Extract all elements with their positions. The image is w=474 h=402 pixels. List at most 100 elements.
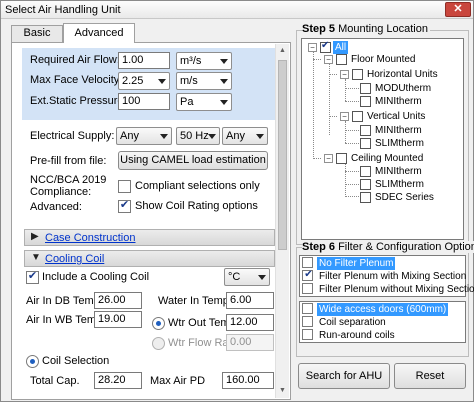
collapse-minus-icon[interactable]: − <box>308 43 317 52</box>
tree-node-floor-mounted[interactable]: − Floor Mounted <box>324 53 444 66</box>
scroll-down-icon[interactable]: ▼ <box>276 384 289 398</box>
close-button[interactable]: ✕ <box>445 2 471 17</box>
phase-value: Any <box>120 130 139 142</box>
tree-node-checkbox[interactable] <box>352 69 363 80</box>
airflow-label: Required Air Flow: <box>30 54 120 66</box>
total-cap-input[interactable]: 28.20 <box>94 372 142 389</box>
filter-option-checkbox[interactable] <box>302 257 313 268</box>
face-velocity-select[interactable]: 2.25 <box>118 72 170 90</box>
frequency-select[interactable]: 50 Hz <box>176 127 220 145</box>
camel-load-button[interactable]: Using CAMEL load estimation <box>118 151 268 170</box>
tree-node-checkbox[interactable] <box>360 179 371 190</box>
config-option-checkbox[interactable] <box>302 316 313 327</box>
wtr-flow-input[interactable]: 0.00 <box>226 334 274 351</box>
phase-select[interactable]: Any <box>116 127 172 145</box>
chevron-down-icon <box>220 59 228 64</box>
tree-connector <box>345 163 346 195</box>
filter-option-checkbox[interactable]: ✔ <box>302 269 313 281</box>
filter-plenum-list[interactable]: No Filter Plenum ✔ Filter Plenum with Mi… <box>299 255 474 297</box>
tree-node-modutherm[interactable]: MODUtherm <box>360 82 460 95</box>
tree-node-horizontal-units[interactable]: − Horizontal Units <box>340 68 460 81</box>
max-air-pd-input[interactable]: 160.00 <box>222 372 274 389</box>
tree-connector <box>313 158 321 159</box>
filter-option-with-mixing[interactable]: ✔ Filter Plenum with Mixing Section <box>302 269 466 283</box>
config-option-run-around[interactable]: Run-around coils <box>302 329 462 342</box>
tree-node-checkbox[interactable] <box>360 138 371 149</box>
tree-node-checkbox[interactable] <box>352 111 363 122</box>
step5-label: Step 5 <box>302 23 336 35</box>
coil-selection-radio[interactable] <box>26 355 39 368</box>
tree-node-checkbox[interactable] <box>336 54 347 65</box>
tree-node-checkbox[interactable] <box>336 153 347 164</box>
airflow-unit-select[interactable]: m³/s <box>176 52 232 70</box>
static-pressure-input[interactable]: 100 <box>118 93 170 110</box>
air-in-db-input[interactable]: 26.00 <box>94 292 142 309</box>
collapse-minus-icon[interactable]: − <box>340 112 349 121</box>
tab-advanced[interactable]: Advanced <box>63 23 135 43</box>
wtr-out-radio[interactable] <box>152 317 165 330</box>
tree-node-slimtherm[interactable]: SLIMtherm <box>360 178 460 191</box>
tree-node-checkbox[interactable] <box>360 125 371 136</box>
configuration-options-list[interactable]: Wide access doors (600mm) Coil separatio… <box>299 301 466 343</box>
tree-node-checkbox[interactable] <box>360 166 371 177</box>
case-construction-link[interactable]: Case Construction <box>45 232 136 244</box>
filter-option-no-plenum[interactable]: No Filter Plenum <box>302 257 462 270</box>
tree-node-checkbox[interactable] <box>360 192 371 203</box>
collapse-down-icon: ▼ <box>31 252 41 263</box>
wtr-out-input[interactable]: 12.00 <box>226 314 274 331</box>
tree-node-minitherm[interactable]: MINItherm <box>360 95 460 108</box>
tree-node-checkbox[interactable] <box>360 83 371 94</box>
collapse-minus-icon[interactable]: − <box>340 70 349 79</box>
tree-node-vertical-units[interactable]: − Vertical Units <box>340 110 460 123</box>
collapse-minus-icon[interactable]: − <box>324 55 333 64</box>
tree-node-slimtherm[interactable]: SLIMtherm <box>360 137 460 150</box>
tree-connector <box>329 74 337 75</box>
face-velocity-unit-select[interactable]: m/s <box>176 72 232 90</box>
scroll-thumb[interactable] <box>278 60 287 250</box>
include-cooling-coil-label: Include a Cooling Coil <box>42 271 150 283</box>
mounting-location-tree[interactable]: − ✔ All − Floor Mounted − Horizontal Uni… <box>301 38 464 240</box>
cooling-coil-link[interactable]: Cooling Coil <box>45 253 104 265</box>
tree-node-minitherm[interactable]: MINItherm <box>360 165 460 178</box>
water-in-label: Water In Temp <box>158 295 229 307</box>
config-option-checkbox[interactable] <box>302 329 313 340</box>
water-in-input[interactable]: 6.00 <box>226 292 274 309</box>
case-construction-header[interactable]: ▶ Case Construction <box>24 229 275 246</box>
checkmark-icon: ✔ <box>27 270 38 282</box>
air-in-wb-input[interactable]: 19.00 <box>94 311 142 328</box>
scroll-up-icon[interactable]: ▲ <box>276 44 289 58</box>
show-coil-rating-checkbox[interactable]: ✔ <box>118 199 131 213</box>
filter-option-label: No Filter Plenum <box>317 257 396 270</box>
chevron-down-icon <box>220 79 228 84</box>
wtr-flow-radio[interactable] <box>152 337 165 350</box>
step6-name: Filter & Configuration Options <box>338 241 474 253</box>
step6-title: Step 6 Filter & Configuration Options <box>302 241 474 253</box>
search-for-ahu-button[interactable]: Search for AHU <box>298 363 390 389</box>
airflow-input[interactable]: 1.00 <box>118 52 170 69</box>
filter-option-checkbox[interactable] <box>302 283 313 294</box>
config-option-label: Coil separation <box>319 317 386 328</box>
config-option-coil-separation[interactable]: Coil separation <box>302 316 462 329</box>
tree-node-ceiling-mounted[interactable]: − Ceiling Mounted <box>324 152 444 165</box>
tree-node-minitherm[interactable]: MINItherm <box>360 124 460 137</box>
collapse-minus-icon[interactable]: − <box>324 154 333 163</box>
chevron-down-icon <box>158 79 166 84</box>
panel-scrollbar[interactable]: ▲ ▼ <box>275 44 289 398</box>
tree-node-checkbox[interactable] <box>360 96 371 107</box>
temperature-unit-select[interactable]: °C <box>224 268 270 286</box>
static-pressure-label: Ext.Static Pressure: <box>30 95 127 107</box>
cooling-coil-header[interactable]: ▼ Cooling Coil <box>24 250 275 267</box>
reset-button[interactable]: Reset <box>394 363 466 389</box>
voltage-select[interactable]: Any <box>222 127 268 145</box>
filter-option-without-mixing[interactable]: Filter Plenum without Mixing Section <box>302 283 474 296</box>
tree-connector <box>345 79 346 101</box>
checkmark-icon: ✔ <box>321 40 330 51</box>
tree-node-all-checkbox[interactable]: ✔ <box>320 40 331 53</box>
compliant-only-checkbox[interactable] <box>118 180 131 193</box>
tree-node-sdec-series[interactable]: SDEC Series <box>360 191 460 204</box>
static-pressure-unit-select[interactable]: Pa <box>176 93 232 111</box>
config-option-wide-doors[interactable]: Wide access doors (600mm) <box>302 303 462 316</box>
tab-basic[interactable]: Basic <box>11 25 63 42</box>
config-option-checkbox[interactable] <box>302 303 313 314</box>
include-cooling-coil-checkbox[interactable]: ✔ <box>26 270 39 284</box>
